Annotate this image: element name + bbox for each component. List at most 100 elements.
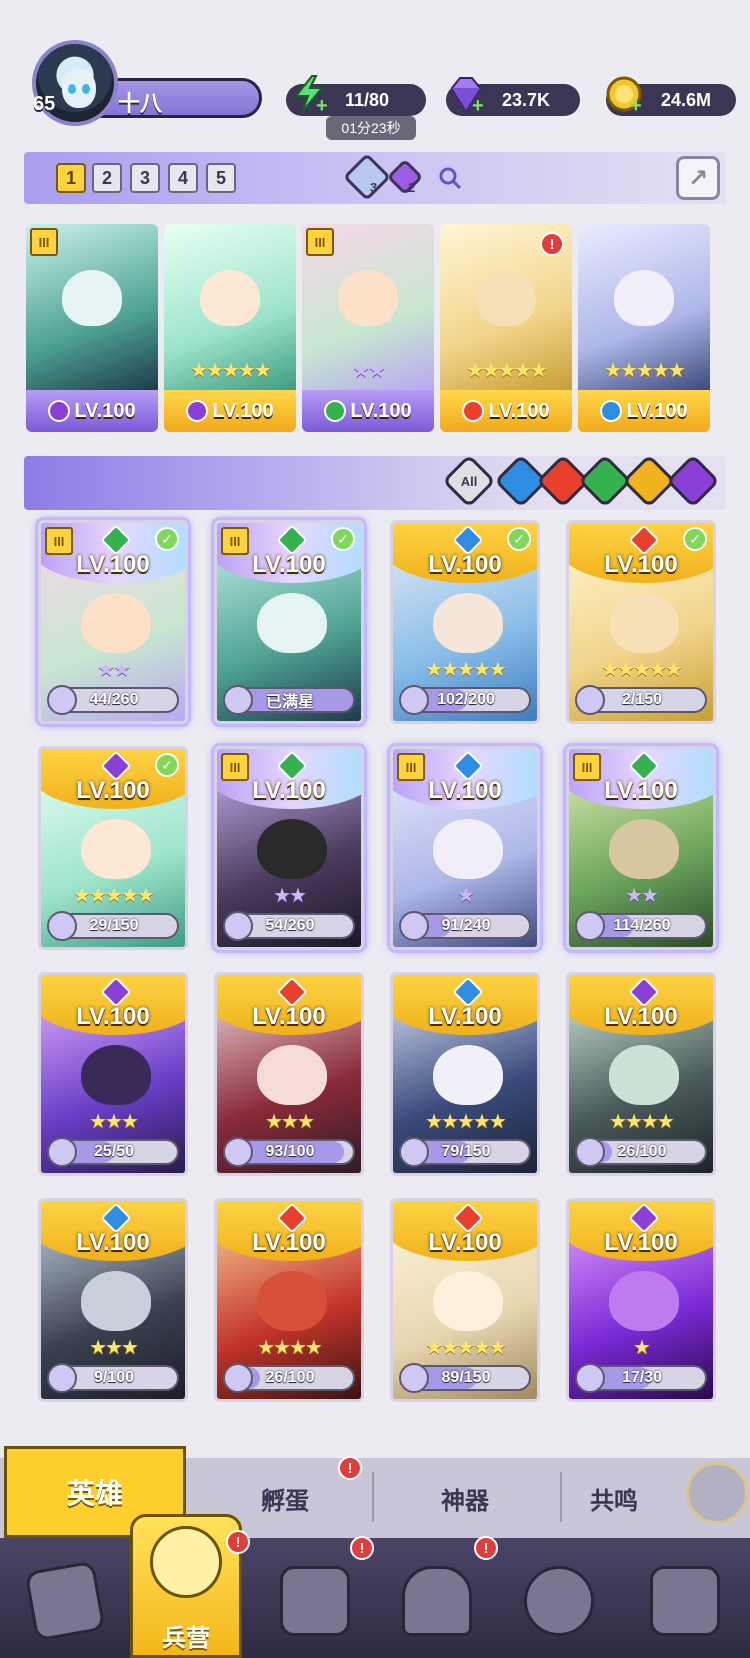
tier-badge: III — [30, 228, 58, 256]
element-icon — [324, 400, 347, 422]
hero-stars: ★★★★ — [257, 1337, 323, 1359]
filter-all-label: All — [460, 473, 478, 489]
shard-count: 102/200 — [437, 691, 495, 708]
shard-progress: 29/150 — [47, 911, 179, 941]
shard-progress: 91/240 — [399, 911, 531, 941]
team-card-footer: LV.100 — [26, 390, 158, 432]
player-level: 65 — [33, 93, 56, 115]
hero-level: LV.100 — [428, 1229, 502, 1256]
hero-card[interactable]: III LV.100 ★★ 54/260 — [214, 746, 364, 950]
team-card[interactable]: ★★★★★ LV.100 — [578, 224, 710, 432]
energy-timer: 01分23秒 — [326, 116, 416, 140]
hero-face — [81, 593, 151, 653]
hero-card[interactable]: LV.100 ★★★ 93/100 — [214, 972, 364, 1176]
hero-card[interactable]: LV.100 ★★★★ 26/100 — [566, 972, 716, 1176]
nav-banner-icon[interactable] — [640, 1556, 730, 1646]
hero-level: LV.100 — [604, 777, 678, 804]
shard-count: 已满星 — [265, 694, 314, 711]
team-tab-4[interactable]: 4 — [168, 163, 198, 193]
divider — [560, 1472, 562, 1522]
tab-resonance[interactable]: 共鸣 — [590, 1478, 700, 1518]
hero-stars: ★★★★★ — [604, 360, 686, 382]
team-tab-1[interactable]: 1 — [56, 163, 86, 193]
nav-map-icon[interactable] — [270, 1556, 360, 1646]
team-tab-5[interactable]: 5 — [206, 163, 236, 193]
hero-card[interactable]: III LV.100 ★★ 114/260 — [566, 746, 716, 950]
coin-icon: + — [604, 74, 644, 116]
check-icon: ✓ — [155, 753, 179, 777]
hero-face — [614, 270, 674, 326]
shard-progress: 93/100 — [223, 1137, 355, 1167]
hero-level: LV.100 — [604, 1229, 678, 1256]
shard-progress: 2/150 — [575, 685, 707, 715]
hero-stars: ★★★★★ — [73, 885, 155, 907]
check-icon: ✓ — [683, 527, 707, 551]
bottom-nav — [0, 1538, 750, 1658]
hero-level: LV.100 — [252, 1229, 326, 1256]
team-card-level: LV.100 — [74, 399, 136, 422]
element-icon — [186, 400, 209, 422]
tier-badge: III — [306, 228, 334, 256]
team-card-footer: LV.100 — [578, 390, 710, 432]
team-card-level: LV.100 — [488, 399, 550, 422]
avatar-eye — [82, 84, 90, 94]
hero-card[interactable]: ✓ LV.100 ★★★★★ 102/200 — [390, 520, 540, 724]
hero-level: LV.100 — [428, 777, 502, 804]
team-card[interactable]: III LV.100 — [26, 224, 158, 432]
hero-stars: ★★★★★ — [425, 659, 507, 681]
hero-card[interactable]: III ✓ LV.100 ★★ 44/260 — [38, 520, 188, 724]
hero-face — [62, 270, 122, 326]
tab-hatch[interactable]: 孵蛋 — [220, 1478, 350, 1518]
hero-level: LV.100 — [604, 551, 678, 578]
share-icon[interactable]: ↗ — [676, 156, 720, 200]
team-card[interactable]: III ★★ LV.100 — [302, 224, 434, 432]
shard-count: 17/30 — [621, 1369, 663, 1386]
hero-face — [609, 1045, 679, 1105]
barracks-icon — [150, 1526, 222, 1598]
hero-card[interactable]: LV.100 ★★★★★ 79/150 — [390, 972, 540, 1176]
shard-count: 44/260 — [89, 691, 139, 708]
team-tab-2[interactable]: 2 — [92, 163, 122, 193]
nav-guild-icon[interactable] — [514, 1556, 604, 1646]
shard-count: 79/150 — [441, 1143, 491, 1160]
hero-card[interactable]: III ✓ LV.100 已满星 — [214, 520, 364, 724]
avatar-eye — [68, 84, 76, 94]
hero-level: LV.100 — [604, 1003, 678, 1030]
hero-card[interactable]: LV.100 ★★★★★ 89/150 — [390, 1198, 540, 1402]
check-icon: ✓ — [155, 527, 179, 551]
floating-menu-button[interactable] — [686, 1462, 748, 1524]
hero-card[interactable]: LV.100 ★★★★ 26/100 — [214, 1198, 364, 1402]
hero-level: LV.100 — [428, 1003, 502, 1030]
search-icon[interactable] — [438, 166, 462, 190]
nav-castle-icon[interactable] — [392, 1556, 482, 1646]
alert-icon: ! — [226, 1530, 250, 1554]
shard-progress: 102/200 — [399, 685, 531, 715]
hero-face — [81, 819, 151, 879]
hero-card[interactable]: III LV.100 ★ 91/240 — [390, 746, 540, 950]
hero-face — [609, 1271, 679, 1331]
hero-face — [433, 1271, 503, 1331]
team-card-footer: LV.100 — [440, 390, 572, 432]
shard-count: 26/100 — [265, 1369, 315, 1386]
shard-count: 25/50 — [93, 1143, 135, 1160]
hero-stars: ★★★ — [89, 1111, 139, 1133]
hero-card[interactable]: LV.100 ★ 17/30 — [566, 1198, 716, 1402]
team-tab-3[interactable]: 3 — [130, 163, 160, 193]
lightning-icon: + — [290, 74, 330, 116]
hero-face — [609, 593, 679, 653]
hero-level: LV.100 — [252, 551, 326, 578]
nav-barracks-label: 兵营 — [162, 1625, 210, 1652]
hero-face — [200, 270, 260, 326]
hero-stars: ★ — [633, 1337, 651, 1359]
shard-count: 9/100 — [93, 1369, 135, 1386]
hero-card[interactable]: ✓ LV.100 ★★★★★ 29/150 — [38, 746, 188, 950]
hero-card[interactable]: LV.100 ★★★ 9/100 — [38, 1198, 188, 1402]
team-card[interactable]: ★★★★★ LV.100 — [164, 224, 296, 432]
nav-cards-icon[interactable] — [20, 1556, 110, 1646]
hero-stars: ★ — [457, 885, 475, 907]
hero-card[interactable]: LV.100 ★★★ 25/50 — [38, 972, 188, 1176]
team-card-footer: LV.100 — [302, 390, 434, 432]
tab-artifacts[interactable]: 神器 — [400, 1478, 530, 1518]
hero-card[interactable]: ✓ LV.100 ★★★★★ 2/150 — [566, 520, 716, 724]
hero-stars: ★★ — [97, 659, 131, 681]
